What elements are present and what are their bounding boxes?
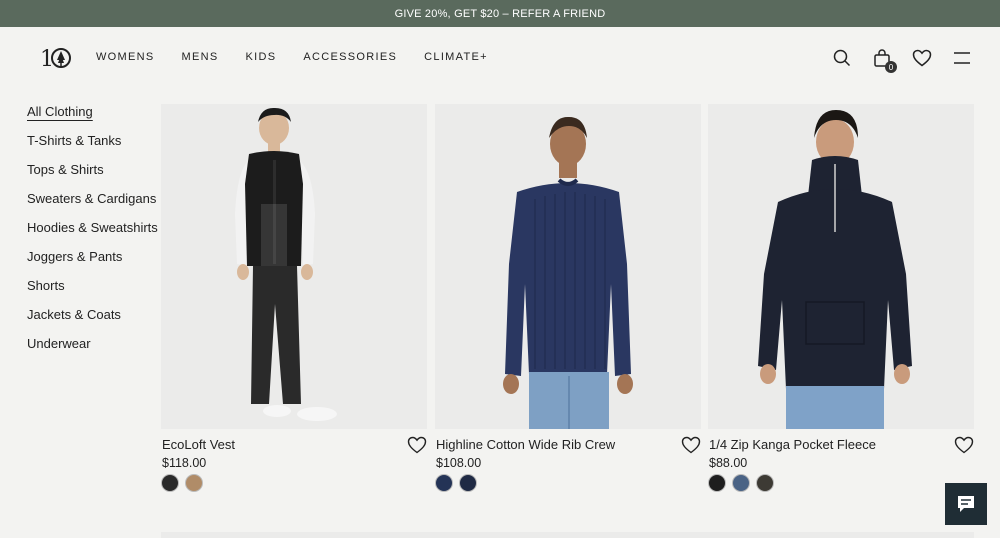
product-card[interactable]: 1/4 Zip Kanga Pocket Fleece $88.00 bbox=[708, 104, 974, 492]
product-card[interactable]: Highline Cotton Wide Rib Crew $108.00 bbox=[435, 104, 701, 492]
sidebar-item-underwear[interactable]: Underwear bbox=[27, 336, 157, 353]
chat-icon bbox=[958, 496, 974, 512]
color-swatch[interactable] bbox=[435, 474, 453, 492]
wishlist-heart-icon[interactable] bbox=[912, 48, 932, 68]
sidebar-item-shorts[interactable]: Shorts bbox=[27, 278, 157, 295]
sidebar-item-tops-shirts[interactable]: Tops & Shirts bbox=[27, 162, 157, 179]
bag-icon[interactable]: 0 bbox=[872, 48, 897, 73]
nav-kids[interactable]: KIDS bbox=[246, 51, 277, 63]
nav-mens[interactable]: MENS bbox=[182, 51, 219, 63]
color-swatches bbox=[708, 474, 774, 492]
product-image[interactable] bbox=[435, 104, 701, 429]
nav-womens[interactable]: WOMENS bbox=[96, 51, 155, 63]
color-swatch[interactable] bbox=[459, 474, 477, 492]
color-swatches bbox=[161, 474, 203, 492]
main-nav: WOMENS MENS KIDS ACCESSORIES CLIMATE+ bbox=[96, 51, 515, 63]
sidebar-item-jackets-coats[interactable]: Jackets & Coats bbox=[27, 307, 157, 324]
sidebar-item-sweaters-cardigans[interactable]: Sweaters & Cardigans bbox=[27, 191, 157, 208]
header-icons: 0 bbox=[832, 48, 972, 73]
search-icon[interactable] bbox=[832, 48, 852, 68]
product-name[interactable]: 1/4 Zip Kanga Pocket Fleece bbox=[709, 437, 876, 452]
nav-accessories[interactable]: ACCESSORIES bbox=[303, 51, 397, 63]
sidebar-item-joggers-pants[interactable]: Joggers & Pants bbox=[27, 249, 157, 266]
product-name[interactable]: EcoLoft Vest bbox=[162, 437, 235, 452]
color-swatch[interactable] bbox=[161, 474, 179, 492]
promo-banner[interactable]: GIVE 20%, GET $20 – REFER A FRIEND bbox=[0, 0, 1000, 27]
product-image[interactable] bbox=[161, 104, 427, 429]
bag-count-badge: 0 bbox=[885, 61, 897, 73]
color-swatch[interactable] bbox=[756, 474, 774, 492]
nav-climate[interactable]: CLIMATE+ bbox=[424, 51, 488, 63]
product-name[interactable]: Highline Cotton Wide Rib Crew bbox=[436, 437, 615, 452]
promo-text[interactable]: GIVE 20%, GET $20 – REFER A FRIEND bbox=[395, 8, 606, 20]
product-price: $88.00 bbox=[709, 456, 748, 470]
product-image[interactable] bbox=[708, 104, 974, 429]
category-sidebar: All Clothing T-Shirts & Tanks Tops & Shi… bbox=[27, 104, 158, 365]
color-swatch[interactable] bbox=[185, 474, 203, 492]
color-swatch[interactable] bbox=[732, 474, 750, 492]
product-price: $108.00 bbox=[436, 456, 482, 470]
product-price: $118.00 bbox=[162, 456, 207, 470]
chat-button[interactable] bbox=[945, 483, 987, 525]
color-swatches bbox=[435, 474, 477, 492]
heart-icon[interactable] bbox=[954, 436, 974, 456]
sidebar-item-all-clothing[interactable]: All Clothing bbox=[27, 104, 157, 121]
logo[interactable]: 1 bbox=[40, 45, 74, 72]
menu-icon[interactable] bbox=[952, 48, 972, 68]
sidebar-item-tshirts-tanks[interactable]: T-Shirts & Tanks bbox=[27, 133, 157, 150]
heart-icon[interactable] bbox=[681, 436, 701, 456]
site-header: 1 WOMENS MENS KIDS ACCESSORIES CLIMATE+ … bbox=[0, 27, 1000, 90]
heart-icon[interactable] bbox=[407, 436, 427, 456]
next-row-preview bbox=[161, 532, 974, 538]
sidebar-item-hoodies-sweatshirts[interactable]: Hoodies & Sweatshirts bbox=[27, 220, 158, 237]
product-card[interactable]: EcoLoft Vest $118.00 bbox=[161, 104, 427, 492]
color-swatch[interactable] bbox=[708, 474, 726, 492]
